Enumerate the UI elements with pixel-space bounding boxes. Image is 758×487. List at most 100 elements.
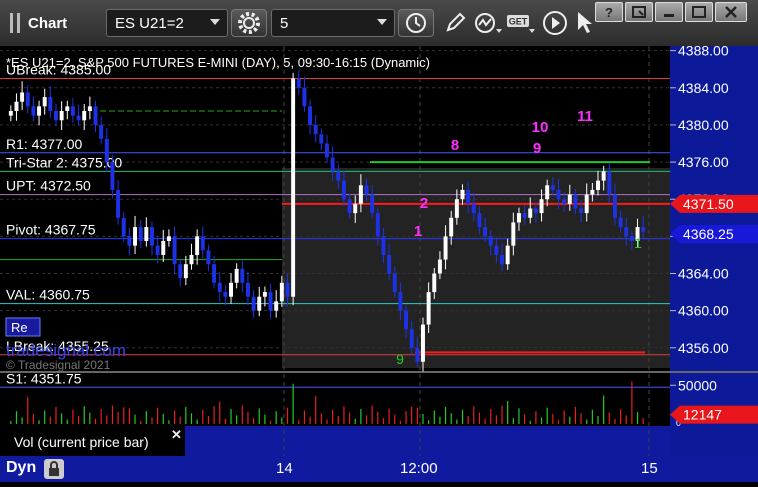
candle-body	[234, 268, 239, 283]
volume-last-label: 12147	[683, 407, 722, 423]
candle-body	[76, 115, 81, 121]
candle-body	[251, 296, 256, 311]
candle-body	[319, 134, 324, 144]
chevron-down-icon	[377, 19, 387, 25]
play-button[interactable]	[540, 9, 570, 37]
candle-body	[573, 194, 578, 209]
candle-body	[279, 282, 284, 302]
candle-body	[212, 264, 217, 283]
lock-icon	[49, 461, 59, 476]
help-icon: ?	[605, 4, 613, 20]
candle-body	[556, 189, 561, 200]
price-tick-label: 4356.00	[678, 340, 729, 356]
price-axis-bg	[670, 46, 758, 456]
candle-body	[20, 92, 25, 102]
candle-body	[313, 124, 318, 135]
candle-body	[370, 194, 375, 214]
instrument-combo[interactable]: ES U21=2	[106, 9, 228, 37]
candle-body	[421, 324, 425, 362]
drag-handle-icon[interactable]	[4, 10, 26, 36]
settings-button[interactable]	[231, 9, 267, 37]
candle-body	[330, 157, 335, 172]
candle-body	[466, 189, 471, 204]
candle-body	[387, 254, 392, 274]
candle-body	[341, 180, 346, 200]
candle-body	[149, 227, 154, 246]
candle-body	[584, 194, 589, 214]
minimize-button[interactable]	[655, 2, 683, 22]
candle-body	[206, 250, 211, 265]
draw-button[interactable]	[440, 9, 470, 37]
candle-body	[87, 106, 92, 111]
volume-label: Vol (current price bar)	[14, 434, 149, 450]
candle-body	[432, 273, 437, 293]
indicator-button[interactable]	[472, 9, 504, 37]
candle-body	[426, 292, 431, 325]
price-tick-label: 4376.00	[678, 154, 729, 170]
help-button[interactable]: ?	[595, 2, 623, 22]
td-count-magenta: 11	[577, 108, 593, 125]
candle-body	[398, 292, 403, 311]
volume-footer-fill	[185, 426, 670, 456]
candle-body	[392, 273, 397, 293]
candle-body	[104, 138, 109, 163]
close-pane-icon[interactable]: ✕	[171, 427, 182, 442]
candle-body	[308, 106, 313, 125]
pencil-icon	[446, 12, 466, 32]
td-count-green: 1	[634, 235, 642, 251]
candle-body	[70, 106, 75, 116]
candle-body	[471, 203, 476, 214]
restore-button[interactable]	[625, 2, 653, 22]
candle-body	[522, 213, 527, 218]
chart-area: UBreak: 4385.00 R1: 4377.00 Tri-Star 2: 43…	[0, 43, 758, 482]
candle-body	[127, 236, 132, 246]
get-label: GET	[509, 17, 528, 27]
lock-scale-icon[interactable]	[44, 459, 64, 479]
indicator-icon	[475, 13, 502, 33]
session-highlight	[282, 168, 670, 368]
time-axis-bar: Dyn	[0, 456, 758, 482]
get-button[interactable]: GET	[506, 9, 536, 37]
get-data-icon: GET	[507, 15, 535, 33]
td-count-magenta: 1	[414, 223, 422, 240]
candle-body	[353, 203, 358, 214]
candle-body	[262, 292, 267, 297]
candle-body	[25, 92, 30, 107]
candle-body	[183, 264, 188, 279]
candle-body	[59, 111, 64, 121]
interval-combo[interactable]: 5	[271, 9, 395, 37]
level-label: R1: 4377.00	[6, 136, 82, 152]
cursor-button[interactable]	[572, 9, 596, 37]
close-icon	[725, 6, 737, 18]
candle-body	[477, 213, 482, 228]
maximize-button[interactable]	[685, 2, 713, 22]
time-button[interactable]	[398, 9, 434, 37]
interval-value: 5	[280, 14, 289, 32]
candle-body	[8, 111, 13, 116]
close-button[interactable]	[715, 2, 747, 22]
candle-body	[364, 185, 369, 195]
candle-body	[500, 254, 505, 265]
candle-body	[618, 217, 623, 228]
candle-body	[161, 241, 166, 255]
candle-body	[505, 245, 510, 265]
watermark-copyright: © Tradesignal 2021	[6, 358, 111, 372]
candle-body	[189, 254, 194, 265]
clock-icon	[406, 13, 426, 33]
window-title: Chart	[28, 14, 68, 32]
candle-body	[302, 87, 307, 107]
candle-body	[325, 143, 329, 158]
candle-body	[443, 236, 448, 260]
candle-body	[358, 185, 363, 204]
candle-body	[596, 180, 600, 190]
candle-body	[155, 245, 160, 255]
candle-body	[240, 268, 245, 283]
price-tick-label: 4388.00	[678, 46, 729, 59]
play-icon	[543, 11, 567, 35]
price-tick-label: 4360.00	[678, 303, 729, 319]
chart-window: Chart ES U21=2 5 GET ? UBreak: 4385.00 R…	[0, 0, 758, 482]
candle-body	[223, 292, 228, 297]
chart-svg[interactable]: UBreak: 4385.00R1: 4377.00Tri-Star 2: 43…	[0, 43, 758, 482]
candle-body	[533, 208, 538, 214]
candle-body	[404, 310, 409, 330]
